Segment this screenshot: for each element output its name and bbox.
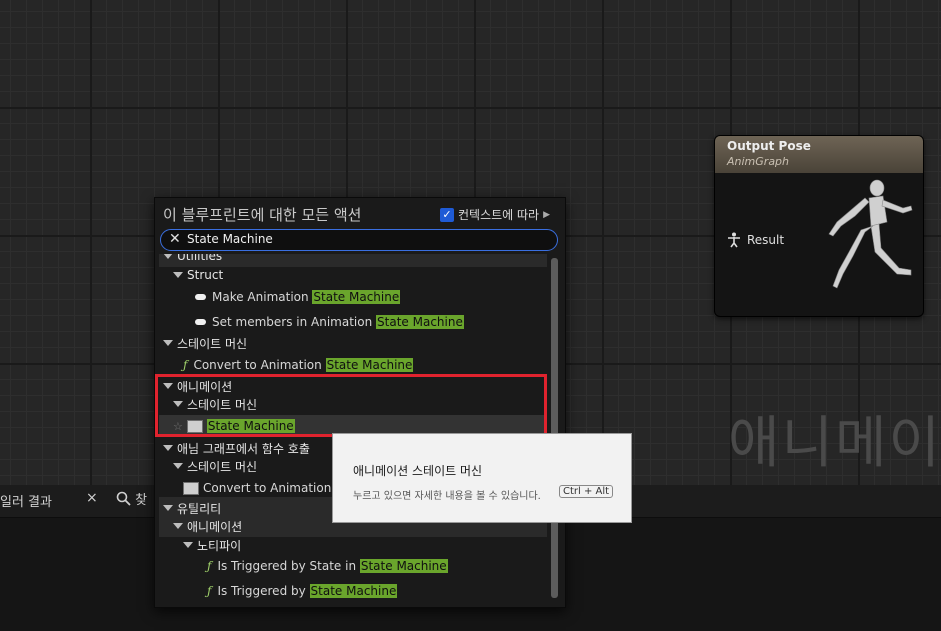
clear-search-icon[interactable]: ✕ (169, 231, 181, 247)
graph-watermark: 애니메이 (728, 411, 941, 476)
menu-title: 이 블루프린트에 대한 모든 액션 (163, 206, 362, 224)
search-match-highlight: State Machine (312, 290, 401, 304)
category-label: 유틸리티 (177, 501, 222, 516)
context-sensitive-toggle[interactable]: ✓ 컨텍스트에 따라 ▶ (440, 206, 550, 223)
node-title: Output Pose (727, 139, 811, 153)
output-pose-node[interactable]: Output Pose AnimGraph Result (714, 135, 924, 317)
pose-pin-icon (728, 232, 740, 248)
search-icon (116, 491, 131, 506)
category-row[interactable]: 스테이트 머신 (159, 332, 547, 354)
category-label: 애님 그래프에서 함수 호출 (177, 441, 310, 456)
category-label: Utilities (177, 254, 223, 263)
category-label: 애니메이션 (187, 519, 243, 534)
expand-triangle-icon[interactable] (163, 445, 173, 451)
expand-triangle-icon[interactable] (183, 542, 193, 548)
tooltip-title: 애니메이션 스테이트 머신 (353, 464, 483, 478)
function-icon: ƒ (207, 584, 212, 598)
action-row[interactable]: ƒ Is Triggered by State Machine (159, 580, 547, 598)
category-label: 노티파이 (197, 538, 242, 553)
checkbox-checked-icon[interactable]: ✓ (440, 207, 454, 222)
category-label: 스테이트 머신 (187, 459, 258, 474)
result-pin[interactable]: Result (727, 232, 784, 248)
action-row[interactable]: ƒ Convert to Animation State Machine (159, 354, 547, 376)
action-label-prefix: Is Triggered by State in (217, 559, 360, 573)
find-tab-label: 찾 (135, 493, 148, 508)
tooltip: 애니메이션 스테이트 머신 누르고 있으면 자세한 내용을 볼 수 있습니다. … (332, 433, 632, 523)
function-icon: ƒ (183, 358, 188, 372)
scrollbar-thumb[interactable] (551, 258, 558, 598)
node-header: Output Pose AnimGraph (715, 136, 923, 173)
state-machine-icon (183, 481, 199, 495)
function-icon: ƒ (207, 559, 212, 573)
action-row[interactable]: Make Animation State Machine (159, 286, 547, 308)
context-label: 컨텍스트에 따라 (458, 208, 540, 222)
pin-label: Result (747, 233, 785, 247)
annotation-highlight-box (155, 374, 547, 437)
action-row[interactable]: ƒ Is Triggered by State in State Machine (159, 555, 547, 577)
search-match-highlight: State Machine (376, 315, 464, 329)
action-label-prefix: Convert to Animation (193, 358, 326, 372)
search-match-highlight: State Machine (325, 358, 414, 372)
close-icon[interactable]: × (86, 490, 98, 506)
category-label: 스테이트 머신 (177, 336, 248, 351)
scrollbar[interactable] (551, 258, 558, 598)
action-label-prefix: Make Animation (212, 290, 313, 304)
category-label: Struct (187, 268, 224, 282)
shortcut-key: Ctrl + Alt (559, 485, 614, 498)
tooltip-hint: 누르고 있으면 자세한 내용을 볼 수 있습니다. (353, 491, 541, 502)
node-subtitle: AnimGraph (727, 155, 790, 168)
compiler-results-tab[interactable]: 일러 결과 (0, 491, 52, 510)
find-tab[interactable]: 찾 (116, 489, 147, 508)
action-label-prefix: Is Triggered by (217, 584, 310, 598)
category-row[interactable]: 노티파이 (159, 534, 547, 556)
action-row[interactable]: Set members in Animation State Machine (159, 311, 547, 333)
mannequin-icon (828, 179, 913, 289)
search-match-highlight: State Machine (309, 584, 398, 598)
expand-triangle-icon[interactable] (173, 523, 183, 529)
struct-pill-icon (195, 294, 206, 300)
expand-triangle-icon[interactable] (163, 254, 173, 259)
expand-triangle-icon[interactable] (173, 463, 183, 469)
expand-triangle-icon[interactable] (163, 505, 173, 511)
struct-pill-icon (195, 319, 206, 325)
category-row[interactable]: Struct (159, 264, 547, 286)
search-input[interactable]: ✕ State Machine (160, 229, 558, 251)
search-value[interactable]: State Machine (187, 232, 273, 246)
expand-triangle-icon[interactable] (163, 340, 173, 346)
search-match-highlight: State Machine (359, 559, 448, 573)
action-label-prefix: Set members in Animation (212, 315, 377, 329)
chevron-right-icon[interactable]: ▶ (543, 210, 550, 220)
action-label-prefix: Convert to Animation (203, 481, 336, 495)
expand-triangle-icon[interactable] (173, 272, 183, 278)
